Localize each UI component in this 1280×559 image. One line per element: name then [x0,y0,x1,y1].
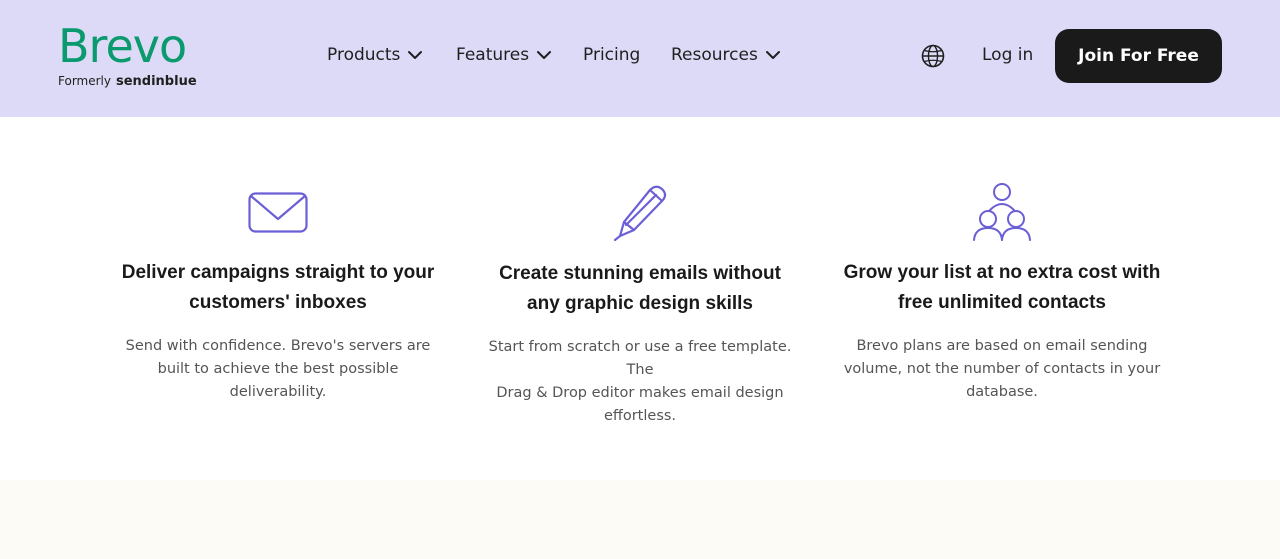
site-header: Brevo Formerly sendinblue Products Featur… [0,0,1280,117]
chevron-down-icon [537,51,552,59]
next-section-band [0,480,1280,559]
login-link[interactable]: Log in [982,44,1033,66]
feature-desc-line: Brevo plans are based on email sending [856,338,1148,354]
feature-title-line: Create stunning emails without [499,263,781,284]
feature-desc-line: built to achieve the best possible [157,361,399,377]
nav-pricing-label: Pricing [583,45,641,65]
feature-title-line: Grow your list at no extra cost with [843,262,1161,283]
nav-products[interactable]: Products [327,42,423,68]
feature-desc-line: deliverability. [229,384,327,400]
logo-wordmark: Brevo [58,19,187,73]
logo-subtitle: Formerly sendinblue [58,72,197,90]
feature-title-line: Deliver campaigns straight to your [121,262,435,283]
nav-pricing[interactable]: Pricing [583,42,640,68]
feature-desc-line: database. [966,384,1038,400]
pencil-icon [613,185,667,242]
feature-description: Start from scratch or use a free templat… [480,336,800,428]
nav-resources-label: Resources [671,45,758,65]
feature-title-line: customers' inboxes [189,292,367,313]
feature-title-line: free unlimited contacts [898,292,1106,313]
chevron-down-icon [765,51,780,59]
feature-desc-line: Start from scratch or use a free templat… [488,339,792,378]
feature-title: Create stunning emails without any graph… [460,259,820,319]
nav-resources[interactable]: Resources [671,42,780,68]
contacts-icon [973,183,1031,241]
globe-icon[interactable] [921,44,945,68]
features-section: Deliver campaigns straight to your custo… [0,117,1280,480]
brevo-logo[interactable]: Brevo Formerly sendinblue [58,19,208,90]
feature-desc-line: effortless. [603,408,677,424]
feature-title-line: any graphic design skills [527,293,753,314]
envelope-icon [248,192,308,233]
nav-features[interactable]: Features [456,42,552,68]
feature-title: Deliver campaigns straight to your custo… [98,258,458,318]
feature-description: Brevo plans are based on email sending v… [842,335,1162,404]
feature-description: Send with confidence. Brevo's servers ar… [118,335,438,404]
feature-desc-line: Drag & Drop editor makes email design [496,385,784,401]
nav-products-label: Products [327,45,401,65]
nav-features-label: Features [456,45,530,65]
chevron-down-icon [408,51,423,59]
logo-former-brand: sendinblue [115,74,197,89]
feature-desc-line: volume, not the number of contacts in yo… [843,361,1161,377]
feature-title: Grow your list at no extra cost with fre… [822,258,1182,318]
feature-desc-line: Send with confidence. Brevo's servers ar… [125,338,431,354]
join-for-free-button[interactable]: Join For Free [1055,29,1222,83]
logo-formerly-text: Formerly [58,74,111,88]
